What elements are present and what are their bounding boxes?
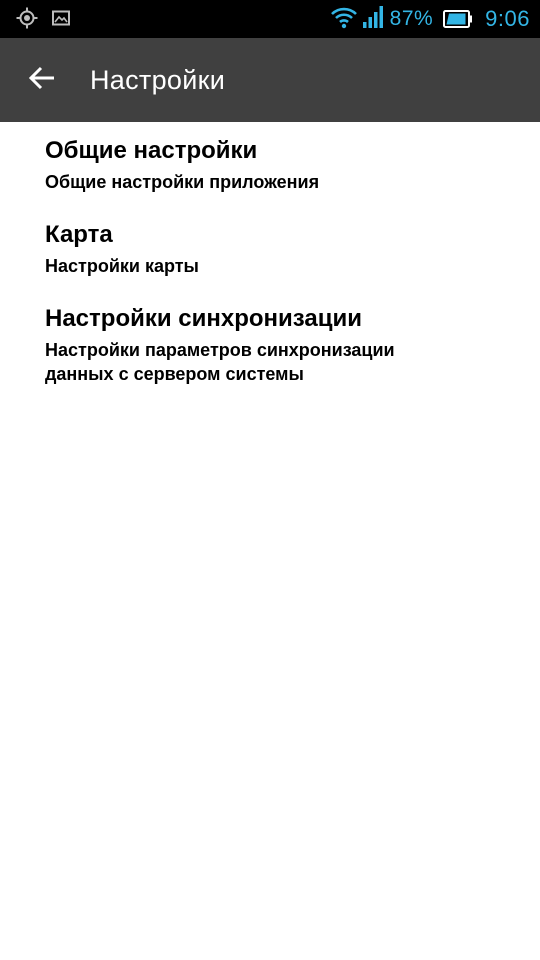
status-system: 87% 9:06 [330,4,530,34]
pref-summary: Настройки параметров синхронизации данны… [45,340,395,384]
wifi-icon [330,5,358,33]
image-notification-icon [52,10,70,30]
pref-sync-settings[interactable]: Настройки синхронизации Настройки параме… [0,290,540,404]
clock: 9:06 [485,6,530,31]
arrow-left-icon [28,66,56,94]
status-bar: 87% 9:06 [0,0,540,38]
pref-summary: Общие настройки приложения [45,172,320,192]
pref-title: Настройки синхронизации [45,305,363,332]
pref-title: Карта [45,221,113,248]
preferences-list: Общие настройки Общие настройки приложен… [0,122,540,404]
gps-icon [16,7,38,33]
battery-icon [443,10,473,28]
page-title: Настройки [90,65,226,95]
status-notifications [16,7,70,33]
pref-title: Общие настройки [45,137,258,164]
action-bar: Настройки [0,38,540,122]
pref-map[interactable]: Карта Настройки карты [0,206,540,290]
pref-summary: Настройки карты [45,256,199,276]
signal-icon [362,5,384,33]
pref-general-settings[interactable]: Общие настройки Общие настройки приложен… [0,122,540,206]
battery-percent: 87% [389,7,434,30]
back-button[interactable] [14,54,70,106]
